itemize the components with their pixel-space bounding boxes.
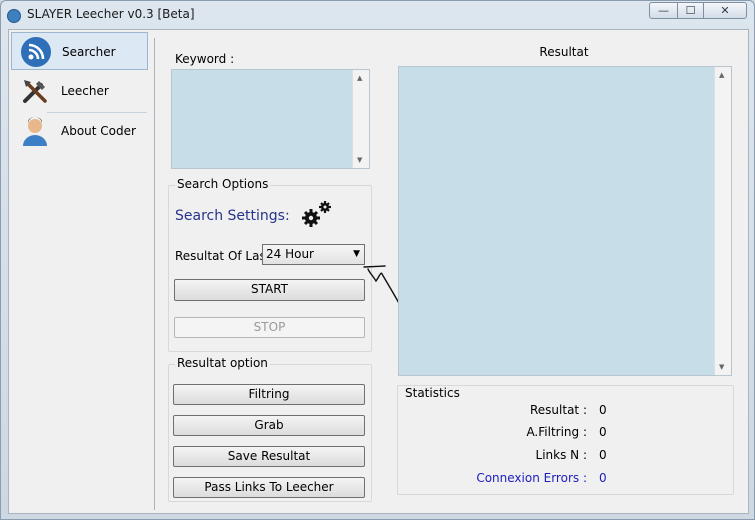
- title-bar[interactable]: SLAYER Leecher v0.3 [Beta] — ☐ ✕: [1, 1, 754, 29]
- resultat-output[interactable]: ▲ ▼: [398, 66, 732, 376]
- app-window: SLAYER Leecher v0.3 [Beta] — ☐ ✕ Searche…: [0, 0, 755, 520]
- resultat-scrollbar[interactable]: ▲ ▼: [714, 67, 731, 375]
- keyword-input[interactable]: ▲ ▼: [171, 69, 370, 169]
- grab-button[interactable]: Grab: [173, 415, 365, 436]
- search-options-title: Search Options: [175, 177, 271, 191]
- client-area: Searcher Leecher About Coder Keyword: ▲…: [8, 29, 749, 514]
- keyword-label: Keyword :: [175, 52, 235, 66]
- gears-icon: [302, 201, 331, 227]
- resultat-of-last-label: Resultat Of Last: [175, 249, 271, 263]
- save-resultat-button[interactable]: Save Resultat: [173, 446, 365, 467]
- scroll-down-icon[interactable]: ▼: [719, 363, 724, 371]
- scroll-down-icon[interactable]: ▼: [357, 156, 362, 164]
- maximize-button[interactable]: ☐: [677, 2, 704, 19]
- user-icon: [23, 117, 47, 146]
- window-title: SLAYER Leecher v0.3 [Beta]: [27, 7, 195, 21]
- panel-divider: [154, 38, 155, 510]
- sidebar-item-label: Searcher: [62, 45, 116, 59]
- scroll-up-icon[interactable]: ▲: [357, 74, 362, 82]
- start-button[interactable]: START: [174, 279, 365, 301]
- sidebar-item-searcher[interactable]: Searcher: [11, 32, 148, 70]
- stop-button[interactable]: STOP: [174, 317, 365, 338]
- stat-resultat-value: 0: [599, 403, 607, 417]
- resultat-period-value: 24 Hour: [266, 247, 314, 261]
- scroll-up-icon[interactable]: ▲: [719, 71, 724, 79]
- resultat-label: Resultat: [539, 45, 589, 59]
- keyword-scrollbar[interactable]: ▲ ▼: [352, 70, 369, 168]
- stat-connexion-errors-label: Connexion Errors :: [476, 471, 587, 485]
- tools-icon: [23, 80, 47, 103]
- filtring-button[interactable]: Filtring: [173, 384, 365, 405]
- stat-resultat-label: Resultat :: [530, 403, 587, 417]
- search-settings-heading: Search Settings:: [175, 208, 290, 224]
- stat-afiltring-value: 0: [599, 425, 607, 439]
- minimize-button[interactable]: —: [649, 2, 678, 19]
- sidebar: Searcher Leecher About Coder: [9, 30, 153, 513]
- resultat-period-select[interactable]: 24 Hour ▼: [262, 244, 365, 265]
- stat-links-label: Links N :: [535, 448, 587, 462]
- app-icon: [7, 9, 21, 23]
- rss-icon: [21, 37, 51, 67]
- close-button[interactable]: ✕: [703, 2, 747, 19]
- sidebar-item-label: Leecher: [61, 84, 109, 98]
- sidebar-item-about[interactable]: About Coder: [11, 112, 148, 150]
- stat-connexion-errors-value: 0: [599, 471, 607, 485]
- statistics-title: Statistics: [405, 386, 460, 400]
- resultat-option-title: Resultat option: [175, 356, 270, 370]
- stat-afiltring-label: A.Filtring :: [526, 425, 587, 439]
- sidebar-item-leecher[interactable]: Leecher: [11, 72, 148, 110]
- stat-links-value: 0: [599, 448, 607, 462]
- pass-links-button[interactable]: Pass Links To Leecher: [173, 477, 365, 498]
- sidebar-item-label: About Coder: [61, 124, 136, 138]
